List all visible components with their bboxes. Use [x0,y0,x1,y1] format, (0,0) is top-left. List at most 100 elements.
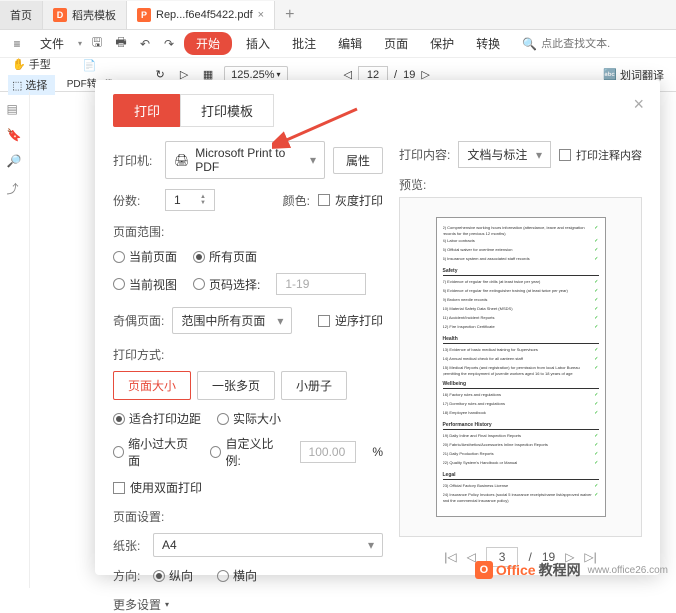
radio-icon [113,413,125,425]
watermark-url: www.office26.com [588,565,668,576]
chevron-down-icon: ▾ [310,153,316,167]
tool-hand[interactable]: ✋ 手型 [8,54,55,74]
chevron-down-icon: ▾ [536,148,542,162]
redo-icon[interactable]: ↷ [160,35,178,53]
close-icon[interactable]: × [258,9,264,21]
current-page-label: 当前页面 [129,248,177,265]
color-label: 颜色: [283,192,310,209]
radio-custom-scale[interactable]: 自定义比例: [210,435,283,469]
radio-landscape[interactable]: 横向 [217,567,257,584]
more-settings-button[interactable]: 更多设置 ▾ [113,596,383,613]
menu-edit[interactable]: 编辑 [330,31,370,56]
tab-template[interactable]: D 稻壳模板 [43,1,127,29]
annotations-checkbox[interactable]: 打印注释内容 [559,147,642,163]
page-total: 19 [403,69,415,81]
tab-add-button[interactable]: + [275,6,304,24]
dialog-tab-template[interactable]: 打印模板 [180,94,274,127]
menu-file[interactable]: 文件 [32,31,72,56]
radio-page-select[interactable]: 页码选择: [193,276,260,293]
tab-template-label: 稻壳模板 [72,7,116,23]
sidebar-thumbnails-icon[interactable]: ▤ [7,102,23,118]
tab-pdf-file[interactable]: P Rep...f6e4f5422.pdf × [127,1,275,29]
menu-protect[interactable]: 保护 [422,31,462,56]
paper-select[interactable]: A4 ▾ [153,533,383,557]
seg-multi-page[interactable]: 一张多页 [197,371,275,400]
orientation-label: 方向: [113,567,145,584]
tab-home-label: 首页 [10,7,32,23]
radio-current-page[interactable]: 当前页面 [113,248,177,265]
more-settings-label: 更多设置 [113,596,161,613]
menu-annotate[interactable]: 批注 [284,31,324,56]
radio-all-pages[interactable]: 所有页面 [193,248,257,265]
radio-icon [113,446,124,458]
tool-hand-label: 手型 [29,56,51,72]
cursor-icon: ⬚ [12,79,22,92]
copies-value: 1 [174,193,181,207]
radio-icon [217,570,229,582]
radio-icon [210,446,221,458]
landscape-label: 横向 [233,567,257,584]
checkbox-icon [113,482,125,494]
sidebar-search-icon[interactable]: 🔎 [7,154,23,170]
reverse-checkbox[interactable]: 逆序打印 [318,312,383,329]
search-box[interactable]: 🔍 [522,37,611,51]
scale-input[interactable]: 100.00 [300,441,357,463]
menu-page[interactable]: 页面 [376,31,416,56]
tab-home[interactable]: 首页 [0,1,43,29]
watermark-brand1: Office [496,562,536,578]
menu-icon[interactable]: ≡ [8,35,26,53]
properties-button[interactable]: 属性 [333,147,383,174]
annotations-label: 打印注释内容 [576,147,642,163]
grayscale-checkbox[interactable]: 灰度打印 [318,192,383,209]
content-select[interactable]: 文档与标注 ▾ [458,141,551,168]
pdf-icon: P [137,8,151,22]
watermark-brand2: 教程网 [539,560,581,580]
chevron-down-icon: ▾ [277,314,283,328]
printer-value: Microsoft Print to PDF [195,146,304,174]
radio-current-view[interactable]: 当前视图 [113,276,177,293]
preview-first-icon[interactable]: |◁ [444,550,456,564]
menu-start[interactable]: 开始 [184,32,232,55]
copies-input[interactable]: 1 ▲▼ [165,189,215,211]
undo-icon[interactable]: ↶ [136,35,154,53]
search-input[interactable] [541,38,611,50]
preview-page: 2) Comprehensive working hours informati… [436,217,606,517]
checkbox-icon [318,315,330,327]
current-view-label: 当前视图 [129,276,177,293]
menu-insert[interactable]: 插入 [238,31,278,56]
seg-booklet[interactable]: 小册子 [281,371,347,400]
portrait-label: 纵向 [169,567,193,584]
printer-label: 打印机: [113,152,157,169]
range-header: 页面范围: [113,223,383,240]
sidebar-share-icon[interactable]: ⤴ [7,180,23,196]
page-range-input[interactable]: 1-19 [276,273,366,295]
printer-select[interactable]: 🖨 Microsoft Print to PDF ▾ [165,141,325,179]
chevron-down-icon: ▾ [165,600,169,609]
radio-shrink[interactable]: 缩小过大页面 [113,435,194,469]
preview-box: 2) Comprehensive working hours informati… [399,197,642,537]
page-select-label: 页码选择: [209,276,260,293]
print-dialog: × 打印 打印模板 打印机: 🖨 Microsoft Print to PDF … [95,80,660,575]
paper-label: 纸张: [113,537,145,554]
radio-actual-size[interactable]: 实际大小 [217,410,281,427]
grayscale-label: 灰度打印 [335,192,383,209]
dialog-tab-print[interactable]: 打印 [113,94,181,127]
paper-value: A4 [162,538,177,552]
actual-size-label: 实际大小 [233,410,281,427]
save-icon[interactable]: 🖫 [88,35,106,53]
scale-unit: % [372,445,383,459]
checkbox-icon [318,194,330,206]
duplex-checkbox[interactable]: 使用双面打印 [113,479,383,496]
odd-even-label: 奇偶页面: [113,312,164,329]
radio-portrait[interactable]: 纵向 [153,567,193,584]
watermark-badge-icon: O [475,561,493,579]
seg-page-size[interactable]: 页面大小 [113,371,191,400]
odd-even-select[interactable]: 范围中所有页面 ▾ [172,307,292,334]
radio-fit-margin[interactable]: 适合打印边距 [113,410,201,427]
sidebar-bookmark-icon[interactable]: 🔖 [7,128,23,144]
dialog-close-button[interactable]: × [633,94,644,115]
print-icon[interactable]: 🖶 [112,35,130,53]
custom-scale-label: 自定义比例: [225,435,283,469]
reverse-label: 逆序打印 [335,312,383,329]
menu-convert[interactable]: 转换 [468,31,508,56]
